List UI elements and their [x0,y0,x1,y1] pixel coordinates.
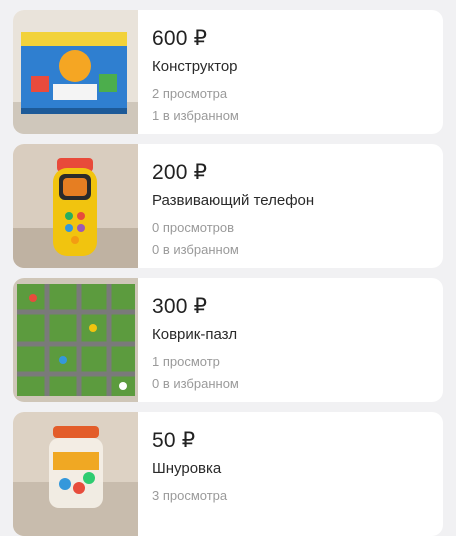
listing-views: 1 просмотр [152,354,220,369]
listing-title[interactable]: Коврик-пазл [152,326,237,343]
listing-price: 50 ₽ [152,429,196,452]
listing-views: 2 просмотра [152,86,228,101]
listing-price: 600 ₽ [152,27,208,50]
listing-card[interactable]: 600 ₽ Конструктор 2 просмотра 1 в избран… [13,10,443,134]
listing-favorites: 0 в избранном [152,376,239,391]
building-blocks-box-photo[interactable] [13,10,138,134]
listing-views: 3 просмотра [152,488,228,503]
listing-card[interactable]: 50 ₽ Шнуровка 3 просмотра [13,412,443,536]
puzzle-mat-photo[interactable] [13,278,138,402]
listing-title[interactable]: Конструктор [152,58,238,75]
listings-list: 600 ₽ Конструктор 2 просмотра 1 в избран… [0,0,456,536]
listing-card[interactable]: 300 ₽ Коврик-пазл 1 просмотр 0 в избранн… [13,278,443,402]
toy-phone-photo[interactable] [13,144,138,268]
listing-price: 300 ₽ [152,295,208,318]
listing-title[interactable]: Шнуровка [152,460,221,477]
listing-favorites: 1 в избранном [152,108,239,123]
lacing-toy-jar-photo[interactable] [13,412,138,536]
listing-card[interactable]: 200 ₽ Развивающий телефон 0 просмотров 0… [13,144,443,268]
listing-favorites: 0 в избранном [152,242,239,257]
listing-views: 0 просмотров [152,220,235,235]
listing-title[interactable]: Развивающий телефон [152,192,314,209]
listing-price: 200 ₽ [152,161,208,184]
